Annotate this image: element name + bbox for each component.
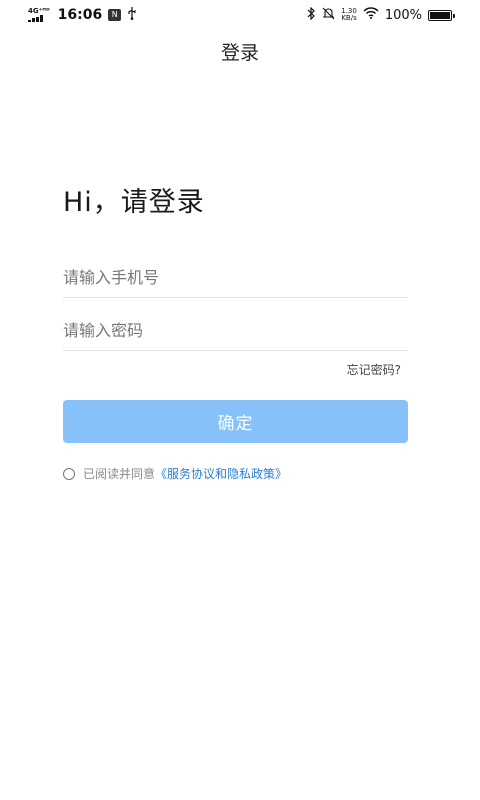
- agreement-text: 已阅读并同意: [83, 467, 156, 481]
- phone-field: [63, 257, 408, 298]
- status-bar: 4G⁺ᴴᴰ 16:06 N 1.30 KB/s 100%: [0, 0, 480, 30]
- greeting-heading: Hi，请登录: [63, 187, 205, 218]
- speed-unit: KB/s: [341, 14, 357, 22]
- status-left: 4G⁺ᴴᴰ 16:06 N: [28, 6, 137, 24]
- forgot-password-link[interactable]: 忘记密码?: [347, 361, 401, 378]
- password-field: [63, 310, 408, 351]
- status-right: 1.30 KB/s 100%: [307, 6, 455, 24]
- page-title: 登录: [220, 42, 259, 64]
- notification-badge-icon: N: [108, 9, 122, 21]
- login-screen: 4G⁺ᴴᴰ 16:06 N 1.30 KB/s 100% 登录 Hi，请登录 请…: [0, 0, 480, 800]
- signal-bars: [28, 15, 43, 22]
- agreement-radio[interactable]: [63, 467, 75, 480]
- clock: 16:06: [57, 7, 103, 23]
- phone-input[interactable]: [63, 257, 408, 297]
- network-type: 4G⁺ᴴᴰ: [28, 7, 50, 15]
- battery-percent: 100%: [384, 7, 422, 23]
- bluetooth-icon: [307, 6, 316, 24]
- usb-icon: [127, 6, 137, 24]
- mute-icon: [322, 7, 335, 24]
- confirm-button[interactable]: 确定: [63, 400, 408, 443]
- agreement-link[interactable]: 《服务协议和隐私政策》: [155, 465, 287, 482]
- signal-icon: 4G⁺ᴴᴰ: [28, 8, 50, 22]
- battery-icon: [428, 9, 455, 21]
- password-input[interactable]: [63, 310, 408, 350]
- wifi-icon: [363, 7, 379, 23]
- network-speed: 1.30 KB/s: [341, 8, 357, 22]
- agreement-row: 已阅读并同意 《服务协议和隐私政策》: [63, 465, 287, 482]
